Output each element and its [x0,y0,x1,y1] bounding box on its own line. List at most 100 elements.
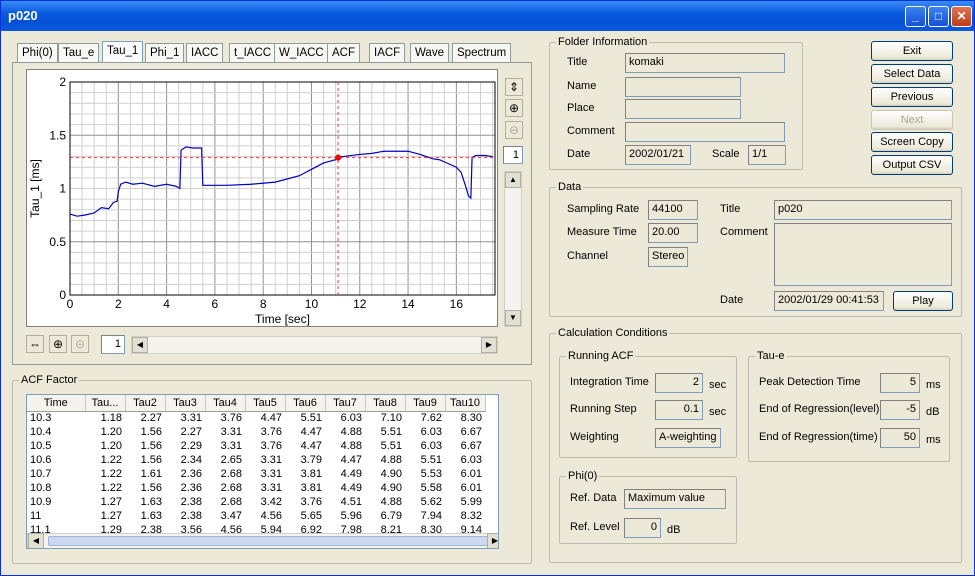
close-icon[interactable]: ✕ [951,6,972,27]
table-cell: 1.56 [140,440,162,452]
zoom-out-horizontal-icon[interactable]: ⊖ [71,335,89,353]
column-header[interactable]: Time [27,395,86,412]
running-step-field: 0.1 [655,400,703,420]
tab-acf[interactable]: ACF [327,43,360,62]
measure-time-field: 20.00 [648,223,698,243]
zoom-out-vertical-icon[interactable]: ⊖ [505,121,523,139]
folder-info-legend: Folder Information [556,36,650,48]
horizontal-scrollbar[interactable]: ◀ ▶ [131,336,498,354]
column-header[interactable]: Tau3 [165,395,206,412]
scroll-down-icon[interactable]: ▼ [505,310,521,326]
maximize-icon[interactable]: □ [928,6,949,27]
exit-button[interactable]: Exit [871,41,953,61]
data-title-label: Title [720,203,741,215]
integration-unit: sec [709,379,727,391]
column-header[interactable]: Tau6 [285,395,326,412]
zoom-in-vertical-icon[interactable]: ⊕ [505,99,523,117]
table-cell: 4.47 [300,426,322,438]
column-header[interactable]: Tau4 [205,395,246,412]
folder-date-field: 2002/01/21 [625,145,691,165]
play-button[interactable]: Play [893,291,953,311]
column-header[interactable]: Tau8 [365,395,406,412]
table-row[interactable]: 10.7 1.22 1.61 2.36 2.68 3.31 3.81 4.49 4.90 5.53… [27,467,485,481]
scroll-left-icon[interactable]: ◀ [132,337,148,353]
table-cell: 3.31 [220,440,242,452]
table-row[interactable]: 10.4 1.20 1.56 2.27 3.31 3.76 4.47 4.88 5.51 6.03… [27,425,485,439]
column-header[interactable]: Tau9 [405,395,446,412]
table-cell: 6.67 [460,426,482,438]
table-row[interactable]: 10.3 1.18 2.27 3.31 3.76 4.47 5.51 6.03 7.10 7.62… [27,411,485,425]
folder-date-label: Date [567,148,591,160]
table-row[interactable]: 11 1.27 1.63 2.38 3.47 4.56 5.65 5.96 6.79 7.94 8.… [27,509,485,523]
table-row[interactable]: 10.8 1.22 1.56 2.36 2.68 3.31 3.81 4.49 4.90 5.58… [27,481,485,495]
y-tick-label: 1.5 [49,128,66,142]
tab-phi-1[interactable]: Phi_1 [145,43,185,62]
table-cell: 1.63 [140,510,162,522]
output-csv-button[interactable]: Output CSV [871,155,953,175]
column-header[interactable]: Tau2 [125,395,166,412]
title-bar[interactable]: p020 _ □ ✕ [1,1,974,31]
table-row[interactable]: 10.5 1.20 1.56 2.29 3.31 3.76 4.47 4.88 5.51 6.03… [27,439,485,453]
window-title: p020 [8,8,38,23]
fit-horizontal-icon[interactable]: ⇔ [26,335,44,353]
table-cell: 1.56 [140,426,162,438]
column-header[interactable]: Tau10 [445,395,486,412]
zoom-in-horizontal-icon[interactable]: ⊕ [49,335,67,353]
column-header[interactable]: Tau... [85,395,126,412]
y-tick-label: 1 [59,182,66,196]
tab-iacf[interactable]: IACF [369,43,406,62]
sampling-rate-label: Sampling Rate [567,203,640,215]
table-cell: 4.90 [380,482,402,494]
vertical-zoom-value[interactable]: 1 [503,146,523,164]
tau1-chart[interactable]: 0 2 4 6 8 10 12 14 16 0 0.5 1 1.5 2 Time [sec] Tau_1 [m… [26,69,498,327]
measure-time-label: Measure Time [567,226,637,238]
peak-detection-label: Peak Detection Time [759,376,861,388]
tab-iacc[interactable]: IACC [186,43,224,62]
folder-comment-label: Comment [567,125,615,137]
table-cell: 2.27 [180,426,202,438]
acf-factor-table[interactable]: Time Tau... Tau2 Tau3 Tau4 Tau5 Tau6 Tau7 Tau8 Ta… [26,394,499,549]
previous-button[interactable]: Previous [871,87,953,107]
scroll-up-icon[interactable]: ▲ [505,172,521,188]
ref-level-label: Ref. Level [570,521,620,533]
integration-time-label: Integration Time [570,376,649,388]
screen-copy-button[interactable]: Screen Copy [871,132,953,152]
table-cell: 2.38 [180,510,202,522]
data-comment-field [774,223,952,286]
tab-phi0[interactable]: Phi(0) [17,43,58,62]
column-header[interactable]: Tau7 [325,395,366,412]
table-cell: 6.03 [340,412,362,425]
table-cell: 3.47 [220,510,242,522]
next-button[interactable]: Next [871,110,953,130]
column-header[interactable]: Tau5 [245,395,286,412]
horizontal-zoom-value[interactable]: 1 [101,335,125,354]
vertical-scrollbar[interactable]: ▲ ▼ [504,171,522,327]
fit-vertical-icon[interactable]: ⇕ [505,78,523,96]
tab-spectrum[interactable]: Spectrum [452,43,512,62]
tab-t-iacc[interactable]: t_IACC [229,43,277,62]
table-cell: 2.29 [180,440,202,452]
table-scroll-left-icon[interactable]: ◀ [28,533,44,548]
table-row[interactable]: 10.9 1.27 1.63 2.38 2.68 3.42 3.76 4.51 4.88 5.62… [27,495,485,509]
table-cell: 4.47 [260,412,282,425]
table-cell: 10.5 [30,440,52,452]
table-cell: 1.63 [140,496,162,508]
tab-w-iacc[interactable]: W_IACC [274,43,329,62]
table-cell: 3.31 [260,482,282,494]
folder-title-label: Title [567,56,588,68]
table-scroll-right-icon[interactable]: ▶ [487,533,498,548]
table-cell: 5.51 [420,454,442,466]
table-horizontal-scrollbar[interactable]: ◀ ▶ [27,533,498,548]
table-cell: 10.7 [30,468,52,480]
tab-tau-e[interactable]: Tau_e [58,43,100,62]
minimize-icon[interactable]: _ [905,6,926,27]
running-step-label: Running Step [570,403,637,415]
scroll-right-icon[interactable]: ▶ [481,337,497,353]
table-scroll-thumb[interactable] [48,536,488,546]
x-tick-label: 12 [353,297,367,311]
tab-wave[interactable]: Wave [410,43,449,62]
tab-tau-1[interactable]: Tau_1 [102,41,144,63]
table-cell: 5.51 [380,440,402,452]
select-data-button[interactable]: Select Data [871,64,953,84]
table-row[interactable]: 10.6 1.22 1.56 2.34 2.65 3.31 3.79 4.47 4.88 5.51… [27,453,485,467]
